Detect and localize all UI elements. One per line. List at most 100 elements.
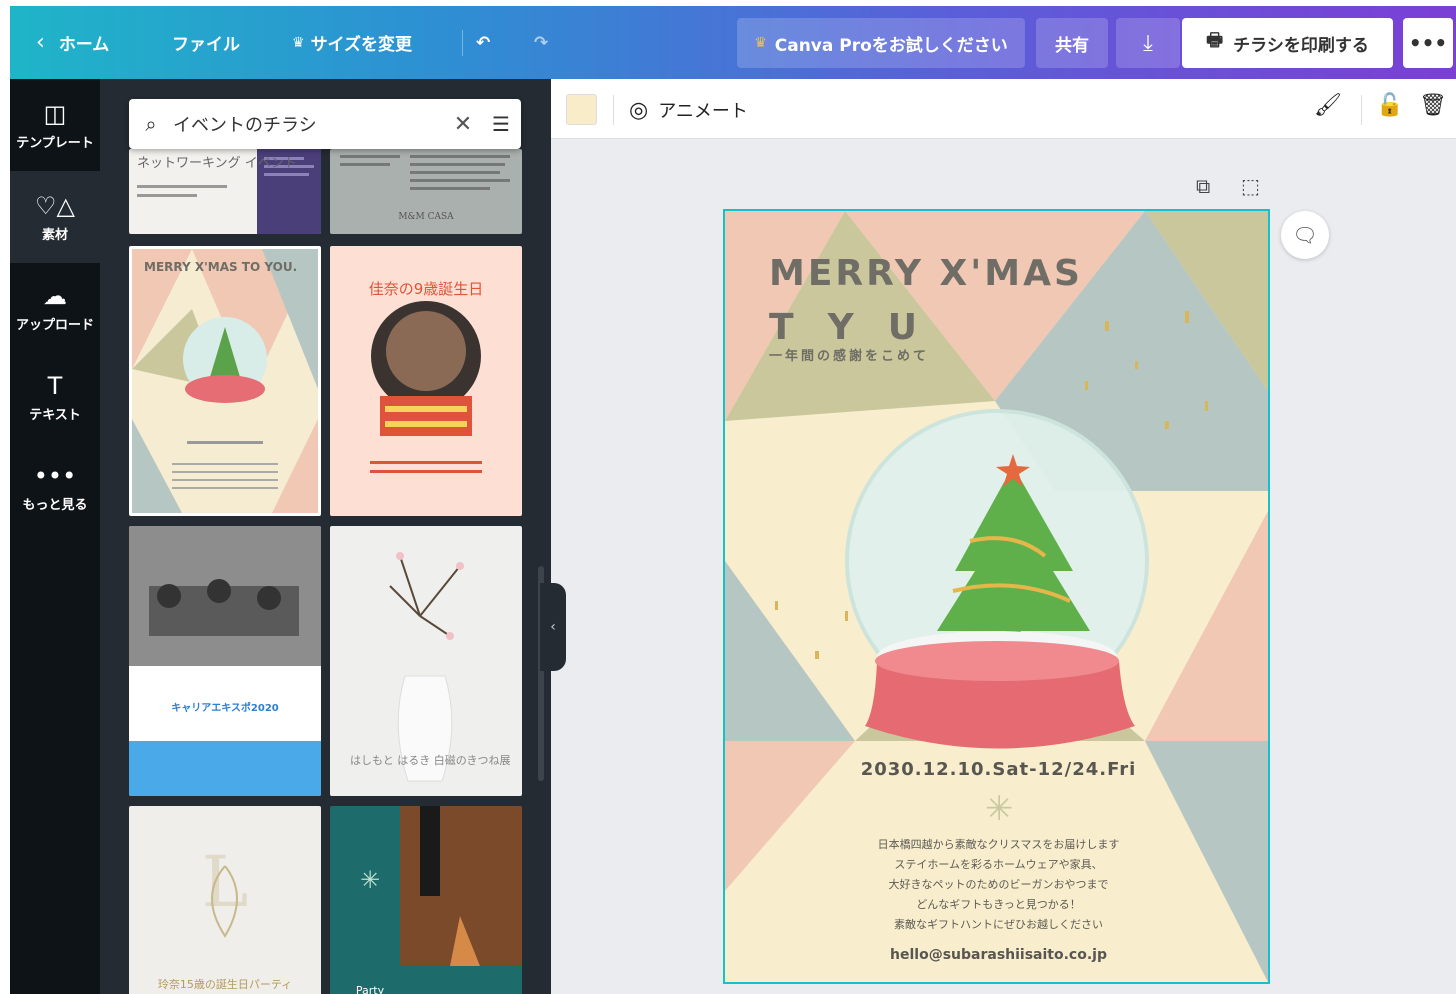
editor-area: ◎ アニメート 🖌 🔓 🗑 ⧉ ⬚ 🗨 MERRY X'MAS T Y U 一年… [551,79,1456,994]
print-label: チラシを印刷する [1233,35,1369,56]
rail-item-more[interactable]: ••• もっと見る [10,441,100,533]
template-preview: はしもと はるき 白磁のきつね展 [350,552,510,782]
chevron-left-icon: ‹ [550,619,556,635]
template-preview: M&M CASA [340,155,510,222]
poster-title: MERRY X'MAS T Y U [769,247,1083,355]
divider [462,30,463,56]
upload-icon: ☁ [43,281,67,310]
try-pro-label: Canva Proをお試しください [774,35,1008,56]
search-box[interactable]: ⌕ イベントのチラシ ✕ ☰ [129,99,521,149]
animate-button[interactable]: ◎ アニメート [629,95,748,125]
templates-panel: ⌕ イベントのチラシ ✕ ☰ ネットワーキング イベント M&M CASA ME… [100,79,551,994]
template-preview: MERRY X'MAS TO YOU. [132,249,318,513]
body-line: どんなギフトもきっと見つかる！ [916,898,1081,911]
file-label: ファイル [172,35,240,55]
rail-label: テンプレート [16,135,94,151]
poster-date: 2030.12.10.Sat-12/24.Fri [860,759,1137,780]
crown-icon: ♛ [754,35,767,51]
template-thumbnail[interactable]: ✳ Party [330,806,522,994]
lock-icon[interactable]: 🔓 [1376,93,1403,118]
download-icon[interactable]: ⤓ [1116,18,1180,68]
template-preview: L 玲奈15歳の誕生日パーティ [158,841,292,991]
collapse-panel-button[interactable]: ‹ [540,583,566,671]
chevron-left-icon: ‹ [36,30,45,55]
print-icon: 🖶 [1206,30,1224,51]
star-ornament-icon: ✳ [985,789,1014,829]
body-line: 素敵なギフトハントにぜひお越しください [894,918,1103,931]
editor-toolbar: ◎ アニメート 🖌 🔓 🗑 [551,79,1456,139]
poster-subtitle: 一年間の感謝をこめて [769,349,930,364]
body-line: 大好きなペットのためのビーガンおやつまで [888,878,1109,891]
rail-label: もっと見る [22,497,88,513]
template-thumbnail[interactable]: L 玲奈15歳の誕生日パーティ [129,806,321,994]
template-thumbnail[interactable]: M&M CASA [330,149,522,234]
template-thumbnail[interactable]: ネットワーキング イベント [129,149,321,234]
resize-label: サイズを変更 [310,35,413,55]
try-pro-button[interactable]: ♛ Canva Proをお試しください [737,18,1025,68]
title-line-1: MERRY X'MAS [769,253,1083,294]
filter-icon[interactable]: ☰ [481,112,521,136]
rail-item-text[interactable]: T テキスト [10,351,100,443]
elements-icon: ♡△ [35,191,75,220]
template-title: ネットワーキング イベント [137,156,297,171]
file-menu[interactable]: ファイル [172,6,240,79]
flyer-canvas[interactable]: MERRY X'MAS T Y U 一年間の感謝をこめて 2030.12.10.S… [723,209,1270,984]
template-title: 玲奈15歳の誕生日パーティ [158,977,292,991]
svg-text:✳: ✳ [360,866,380,894]
home-label: ホーム [58,35,110,55]
template-title: Party [356,984,385,994]
add-comment-icon[interactable]: 🗨 [1281,211,1329,259]
template-title: 佳奈の9歳誕生日 [369,280,484,298]
print-flyer-button[interactable]: 🖶 チラシを印刷する [1182,18,1393,68]
more-options-button[interactable]: ••• [1403,18,1453,68]
search-input[interactable]: イベントのチラシ [173,111,445,137]
rail-label: 素材 [41,227,68,243]
template-title: M&M CASA [398,212,454,222]
rail-item-templates[interactable]: ◫ テンプレート [10,79,100,171]
rail-label: アップロード [15,317,94,333]
template-title: キャリアエキスポ2020 [171,701,279,714]
template-thumbnail[interactable]: キャリアエキスポ2020 [129,526,321,796]
top-bar: ‹ ホーム ファイル ♛ サイズを変更 ↶ ↷ ♛ Canva Proをお試しく… [10,6,1456,79]
home-button[interactable]: ‹ ホーム [36,6,109,79]
crown-icon: ♛ [292,34,305,51]
template-icon: ◫ [43,99,67,128]
undo-icon[interactable]: ↶ [476,6,490,79]
body-line: ステイホームを彩るホームウェアや家具、 [894,858,1103,871]
title-line-2: T Y U [769,307,920,348]
svg-text:L: L [202,841,248,923]
template-preview: キャリアエキスポ2020 [129,526,321,796]
more-label: ••• [1408,31,1448,55]
template-thumbnail-selected[interactable]: MERRY X'MAS TO YOU. [129,246,321,516]
more-icon: ••• [33,461,77,490]
template-thumbnail[interactable]: はしもと はるき 白磁のきつね展 [330,526,522,796]
resize-button[interactable]: ♛ サイズを変更 [292,6,412,79]
template-preview: 佳奈の9歳誕生日 [369,280,484,473]
template-preview: ネットワーキング イベント [137,149,321,234]
paint-format-icon[interactable]: 🖌 [1314,93,1342,118]
rail-item-elements[interactable]: ♡△ 素材 [10,171,100,263]
body-line: 日本橋四越から素敵なクリスマスをお届けします [877,838,1120,851]
template-preview: ✳ Party [356,806,522,994]
duplicate-page-icon[interactable]: ⧉ [1196,174,1210,198]
rail-item-uploads[interactable]: ☁ アップロード [10,261,100,353]
poster-body: 日本橋四越から素敵なクリスマスをお届けします ステイホームを彩るホームウェアや家… [725,835,1268,935]
background-color-swatch[interactable] [566,94,597,125]
left-rail: ◫ テンプレート ♡△ 素材 ☁ アップロード T テキスト ••• もっと見る [10,79,100,994]
template-thumbnail[interactable]: 佳奈の9歳誕生日 [330,246,522,516]
divider [1361,95,1362,125]
share-button[interactable]: 共有 [1036,18,1108,68]
animate-label: アニメート [658,101,748,122]
rail-label: テキスト [29,407,81,423]
add-page-icon[interactable]: ⬚ [1241,174,1260,198]
divider [613,95,614,125]
template-title: MERRY X'MAS TO YOU. [144,260,297,274]
animate-icon: ◎ [629,97,649,123]
text-icon: T [47,371,63,400]
clear-icon[interactable]: ✕ [445,112,481,137]
template-title: はしもと はるき 白磁のきつね展 [350,753,510,767]
redo-icon[interactable]: ↷ [534,6,548,79]
trash-icon[interactable]: 🗑 [1419,93,1447,118]
poster-email: hello@subarashiisaito.co.jp [890,947,1107,963]
search-icon: ⌕ [145,112,157,136]
